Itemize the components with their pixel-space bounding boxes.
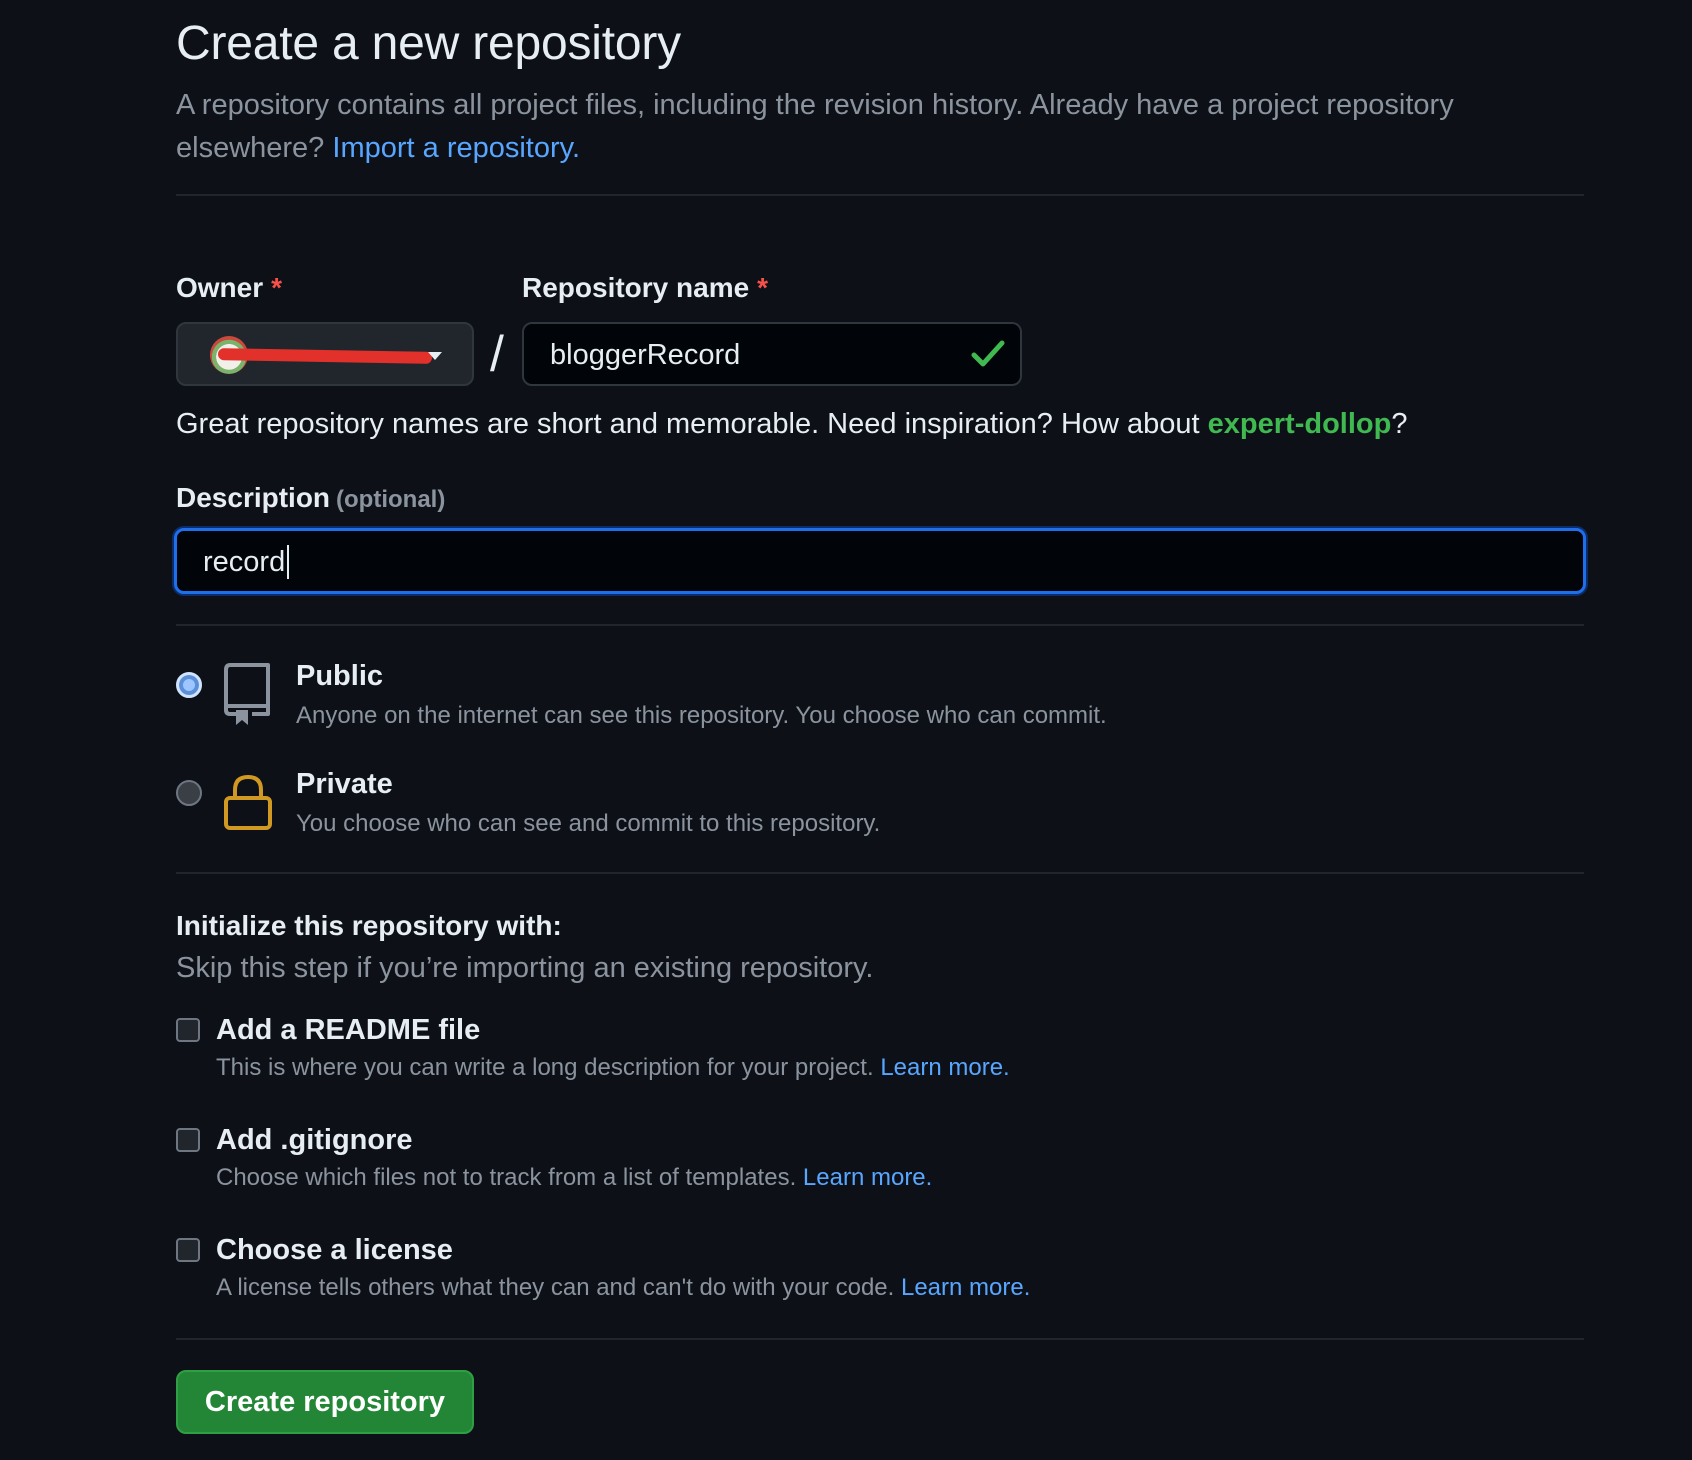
license-title: Choose a license xyxy=(216,1234,453,1266)
readme-learn-more-link[interactable]: Learn more. xyxy=(880,1054,1009,1081)
name-suggestion-link[interactable]: expert-dollop xyxy=(1208,408,1392,440)
name-hint-suffix: ? xyxy=(1391,408,1408,440)
optional-tag: (optional) xyxy=(336,486,446,513)
divider xyxy=(176,872,1584,874)
description-input[interactable] xyxy=(201,531,1565,593)
readme-description-text: This is where you can write a long descr… xyxy=(216,1054,874,1081)
gitignore-title: Add .gitignore xyxy=(216,1124,413,1156)
readme-title: Add a README file xyxy=(216,1014,481,1046)
gitignore-description-text: Choose which files not to track from a l… xyxy=(216,1164,797,1191)
visibility-private-radio[interactable] xyxy=(176,780,202,806)
visibility-private-title: Private xyxy=(296,768,393,800)
initialize-title: Initialize this repository with: xyxy=(176,910,562,941)
owner-label: Owner * xyxy=(176,272,282,304)
visibility-private-description: You choose who can see and commit to thi… xyxy=(296,810,881,837)
license-checkbox[interactable] xyxy=(176,1238,200,1262)
repository-name-label-text: Repository name xyxy=(522,272,750,303)
visibility-public-radio[interactable] xyxy=(176,672,202,698)
visibility-public-description: Anyone on the internet can see this repo… xyxy=(296,702,1107,729)
page-title: Create a new repository xyxy=(176,17,681,70)
lock-icon xyxy=(224,774,272,830)
initialize-subtitle: Skip this step if you’re importing an ex… xyxy=(176,952,874,984)
check-icon xyxy=(971,340,1005,367)
description-label: Description (optional) xyxy=(176,482,445,514)
repository-name-field[interactable] xyxy=(522,322,1022,386)
license-learn-more-link[interactable]: Learn more. xyxy=(901,1274,1030,1301)
page: Create a new repository A repository con… xyxy=(0,0,1692,1460)
repository-name-label: Repository name * xyxy=(522,272,768,304)
new-repository-form: Create a new repository A repository con… xyxy=(174,0,1586,1434)
name-hint-text: Great repository names are short and mem… xyxy=(176,408,1200,440)
gitignore-checkbox[interactable] xyxy=(176,1128,200,1152)
chevron-down-icon xyxy=(428,352,442,360)
visibility-public-title: Public xyxy=(296,660,384,692)
owner-name-redacted xyxy=(217,348,433,364)
required-mark: * xyxy=(757,272,769,303)
readme-description: This is where you can write a long descr… xyxy=(216,1054,1010,1082)
license-description: A license tells others what they can and… xyxy=(216,1274,1030,1302)
gitignore-learn-more-link[interactable]: Learn more. xyxy=(803,1164,932,1191)
description-field[interactable] xyxy=(174,528,1586,594)
license-description-text: A license tells others what they can and… xyxy=(216,1274,895,1301)
description-label-text: Description xyxy=(176,482,331,513)
import-repository-link[interactable]: Import a repository. xyxy=(332,132,580,164)
name-hint: Great repository names are short and mem… xyxy=(176,408,1407,441)
owner-label-text: Owner xyxy=(176,272,264,303)
readme-checkbox[interactable] xyxy=(176,1018,200,1042)
owner-select[interactable] xyxy=(176,322,474,386)
text-cursor xyxy=(287,545,289,579)
owner-name-separator: / xyxy=(490,326,504,382)
create-repository-button[interactable]: Create repository xyxy=(176,1370,474,1434)
divider xyxy=(176,624,1584,626)
repository-name-input[interactable] xyxy=(548,324,952,386)
divider xyxy=(176,1338,1584,1340)
gitignore-description: Choose which files not to track from a l… xyxy=(216,1164,932,1192)
divider xyxy=(176,194,1584,196)
page-subtitle: A repository contains all project files,… xyxy=(176,84,1584,170)
required-mark: * xyxy=(271,272,283,303)
repo-icon xyxy=(224,663,270,725)
